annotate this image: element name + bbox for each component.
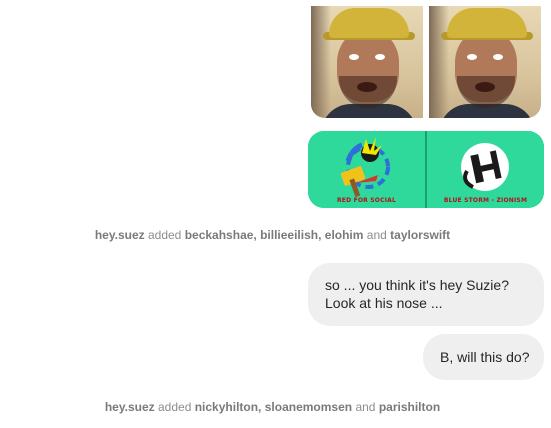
message-bubble[interactable]: B, will this do?	[423, 334, 544, 380]
group-event: hey.suez added beckahshae, billieeilish,…	[0, 228, 545, 242]
photo-thumbnail[interactable]	[311, 6, 423, 118]
message-thread: RED FOR SOCIAL BLUE STORM - ZIONISM hey.…	[0, 0, 551, 428]
graphic-caption-left: RED FOR SOCIAL	[336, 197, 397, 204]
photo-message[interactable]	[308, 0, 544, 121]
group-event: hey.suez added nickyhilton, sloanemomsen…	[0, 400, 545, 414]
message-text: so ... you think it's hey Suzie? Look at…	[325, 277, 509, 311]
event-actor[interactable]: hey.suez	[105, 400, 155, 414]
graphic-message[interactable]: RED FOR SOCIAL BLUE STORM - ZIONISM	[308, 131, 544, 208]
event-actor[interactable]: hey.suez	[95, 228, 145, 242]
graphic-panel-left: RED FOR SOCIAL	[308, 131, 425, 208]
event-added-users[interactable]: nickyhilton, sloanemomsen	[195, 400, 352, 414]
event-added-user-last[interactable]: parishilton	[379, 400, 440, 414]
message-text: B, will this do?	[440, 349, 530, 365]
event-verb: added	[147, 228, 182, 242]
event-verb: added	[158, 400, 192, 414]
event-conjunction: and	[355, 400, 376, 414]
graphic-panel-right: BLUE STORM - ZIONISM	[425, 131, 544, 208]
graphic-caption-right: BLUE STORM - ZIONISM	[443, 197, 528, 204]
event-added-user-last[interactable]: taylorswift	[390, 228, 450, 242]
event-added-users[interactable]: beckahshae, billieeilish, elohim	[185, 228, 364, 242]
photo-thumbnail[interactable]	[429, 6, 541, 118]
message-bubble[interactable]: so ... you think it's hey Suzie? Look at…	[308, 263, 544, 326]
event-conjunction: and	[366, 228, 387, 242]
